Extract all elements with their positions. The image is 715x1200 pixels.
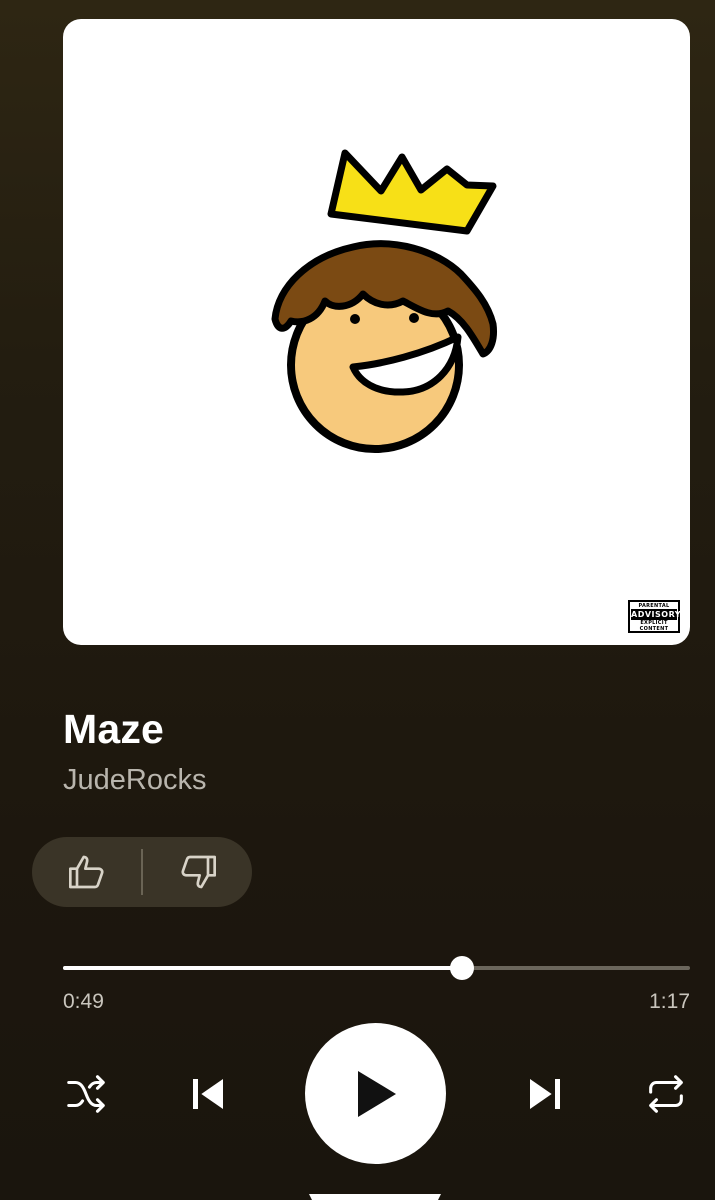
rating-control: [32, 837, 252, 907]
shuffle-icon: [67, 1075, 105, 1113]
shuffle-button[interactable]: [58, 1066, 114, 1122]
queue-handle[interactable]: [309, 1194, 441, 1200]
repeat-icon: [649, 1075, 683, 1113]
seek-bar[interactable]: [63, 955, 690, 981]
skip-next-icon: [530, 1079, 560, 1109]
artist-name[interactable]: JudeRocks: [63, 764, 206, 797]
repeat-button[interactable]: [637, 1066, 695, 1122]
thumb-up-icon: [68, 855, 104, 889]
previous-button[interactable]: [178, 1062, 238, 1126]
total-duration: 1:17: [649, 990, 690, 1013]
elapsed-time: 0:49: [63, 990, 104, 1013]
play-button[interactable]: [305, 1023, 446, 1164]
next-button[interactable]: [515, 1062, 575, 1126]
album-cover-illustration: [271, 149, 497, 453]
skip-previous-icon: [193, 1079, 223, 1109]
song-title: Maze: [63, 706, 165, 752]
dislike-button[interactable]: [143, 837, 252, 907]
parental-advisory-label: PARENTAL ADVISORY EXPLICIT CONTENT: [628, 600, 681, 633]
album-art: PARENTAL ADVISORY EXPLICIT CONTENT: [63, 19, 690, 645]
thumb-down-icon: [180, 855, 216, 889]
play-icon: [357, 1070, 396, 1117]
seek-progress: [63, 966, 462, 970]
like-button[interactable]: [32, 837, 141, 907]
seek-thumb[interactable]: [449, 956, 474, 980]
